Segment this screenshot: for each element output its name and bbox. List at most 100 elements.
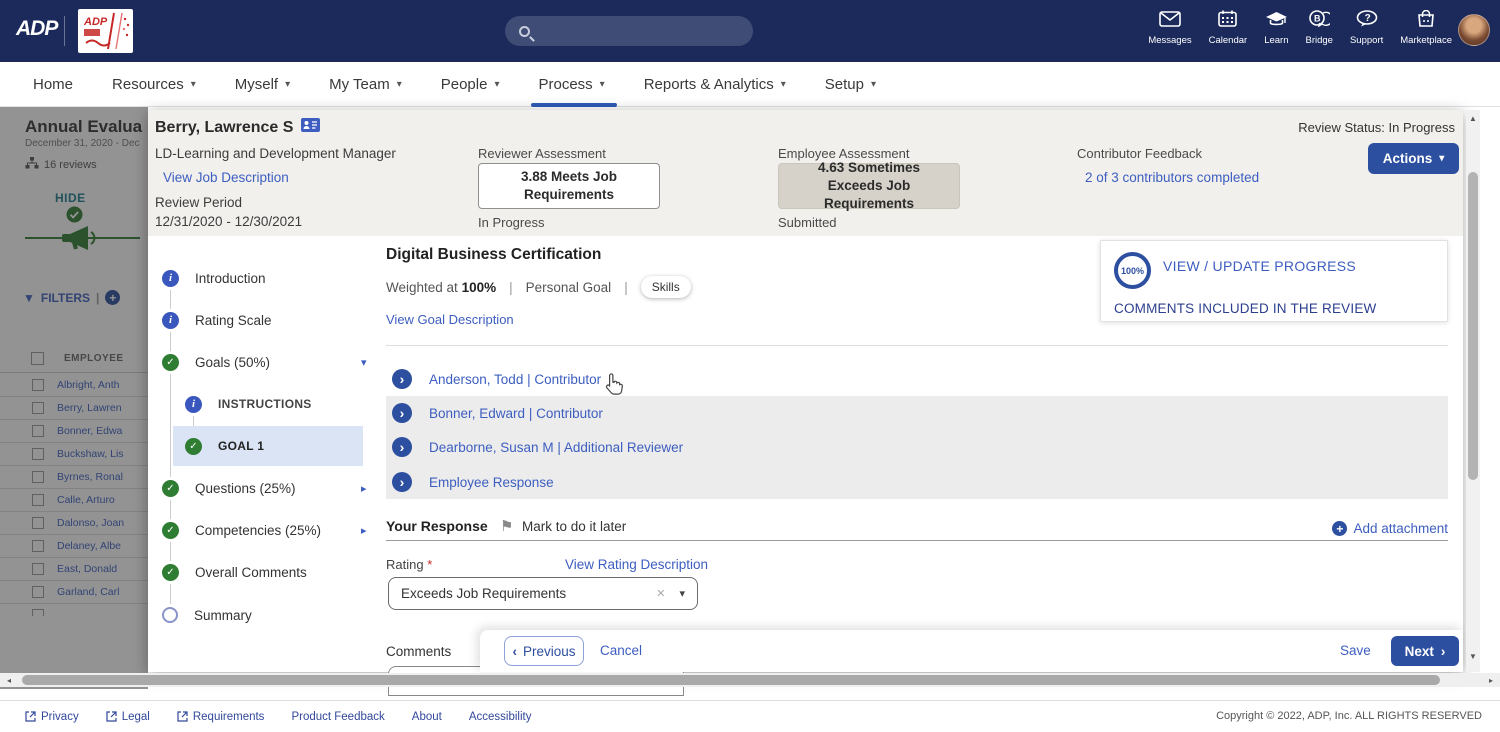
add-attachment-button[interactable]: + Add attachment [1332, 521, 1448, 536]
goal-tag-badge: Skills [640, 276, 691, 298]
footer-product-feedback-link[interactable]: Product Feedback [291, 711, 384, 723]
check-icon: ✓ [162, 521, 179, 539]
nav-reports-analytics[interactable]: Reports & Analytics ▾ [631, 62, 812, 107]
contributor-row-anderson[interactable]: › Anderson, Todd | Contributor [386, 362, 1448, 396]
reviewer-assessment-status: In Progress [478, 215, 545, 230]
step-competencies[interactable]: ✓ Competencies (25%) ▸ [162, 514, 367, 546]
comments-label: Comments [386, 644, 452, 659]
chevron-down-icon: ▾ [494, 78, 500, 90]
chevron-down-icon: ▾ [190, 78, 196, 90]
copyright-text: Copyright © 2022, ADP, Inc. ALL RIGHTS R… [1216, 710, 1482, 722]
footer-about-link[interactable]: About [412, 711, 442, 723]
view-update-progress-link[interactable]: VIEW / UPDATE PROGRESS [1163, 258, 1356, 274]
chevron-down-icon: ▾ [871, 78, 877, 90]
top-icon-menu: Messages Calendar Learn B Bridge ? Suppo… [1148, 9, 1452, 46]
step-rating-scale[interactable]: i Rating Scale [162, 304, 272, 336]
external-link-icon [106, 711, 117, 722]
review-header: Berry, Lawrence S LD-Learning and Develo… [148, 110, 1463, 236]
save-button[interactable]: Save [1340, 643, 1371, 658]
marketplace-button[interactable]: Marketplace [1400, 9, 1452, 46]
next-button[interactable]: Next › [1391, 636, 1459, 666]
svg-text:?: ? [1364, 13, 1370, 24]
plus-icon: + [1332, 521, 1348, 536]
scroll-right-icon[interactable]: ▸ [1484, 676, 1498, 685]
nav-process[interactable]: Process ▾ [525, 62, 630, 107]
support-icon: ? [1356, 10, 1378, 32]
collapse-icon[interactable]: ▾ [361, 356, 367, 369]
chevron-down-icon: ▾ [1439, 153, 1445, 164]
chevron-down-icon: ▾ [285, 78, 291, 90]
footer-legal-link[interactable]: Legal [106, 711, 150, 723]
nav-people[interactable]: People ▾ [428, 62, 526, 107]
previous-button[interactable]: ‹ Previous [504, 636, 584, 666]
scroll-up-icon[interactable]: ▲ [1466, 114, 1480, 123]
chevron-down-icon[interactable]: ▾ [679, 587, 685, 600]
nav-setup[interactable]: Setup ▾ [812, 62, 902, 107]
vertical-scroll-thumb[interactable] [1468, 172, 1478, 480]
review-period-label: Review Period [155, 195, 243, 210]
step-questions[interactable]: ✓ Questions (25%) ▸ [162, 472, 367, 504]
scroll-down-icon[interactable]: ▼ [1466, 652, 1480, 661]
footer-accessibility-link[interactable]: Accessibility [469, 711, 532, 723]
client-logo: ADP [78, 9, 133, 53]
chevron-right-icon: › [1440, 643, 1446, 659]
contributor-feedback-link[interactable]: 2 of 3 contributors completed [1085, 170, 1259, 185]
expand-icon[interactable]: ▸ [361, 482, 367, 495]
divider [386, 345, 1448, 346]
view-goal-description-link[interactable]: View Goal Description [386, 312, 514, 327]
step-goals[interactable]: ✓ Goals (50%) ▾ [162, 346, 367, 378]
cancel-button[interactable]: Cancel [600, 643, 642, 658]
flag-icon: ⚑ [500, 518, 514, 535]
vertical-scrollbar[interactable]: ▲ ▼ [1466, 110, 1480, 672]
employee-name: Berry, Lawrence S [155, 118, 321, 137]
footer-privacy-link[interactable]: Privacy [25, 711, 79, 723]
check-icon: ✓ [185, 437, 202, 455]
nav-home[interactable]: Home [20, 62, 99, 107]
scroll-left-icon[interactable]: ◂ [2, 676, 16, 685]
support-button[interactable]: ? Support [1350, 10, 1383, 46]
footer-requirements-link[interactable]: Requirements [177, 711, 264, 723]
horizontal-scroll-thumb[interactable] [22, 675, 1440, 685]
step-introduction[interactable]: i Introduction [162, 262, 266, 294]
nav-my-team[interactable]: My Team ▾ [316, 62, 428, 107]
top-bar: ADP ADP Messages Calendar Learn B Bridge… [0, 0, 1500, 62]
info-icon: i [162, 269, 179, 287]
employee-assessment-status: Submitted [778, 215, 837, 230]
calendar-button[interactable]: Calendar [1209, 10, 1247, 46]
learn-button[interactable]: Learn [1264, 11, 1289, 46]
external-link-icon [177, 711, 188, 722]
contributor-row-dearborne[interactable]: › Dearborne, Susan M | Additional Review… [386, 430, 1448, 464]
screen: ADP ADP Messages Calendar Learn B Bridge… [0, 0, 1500, 732]
nav-myself[interactable]: Myself ▾ [222, 62, 316, 107]
clear-icon[interactable]: ✕ [656, 587, 665, 600]
rating-select[interactable]: Exceeds Job Requirements ✕ ▾ [388, 577, 698, 610]
horizontal-scrollbar[interactable]: ◂ ▸ [0, 673, 1500, 687]
messages-button[interactable]: Messages [1148, 11, 1192, 46]
goal-type: Personal Goal [525, 279, 612, 295]
bridge-button[interactable]: B Bridge [1306, 10, 1334, 46]
employee-response-row[interactable]: › Employee Response [386, 465, 1448, 499]
graduation-cap-icon [1265, 11, 1288, 32]
nav-resources[interactable]: Resources ▾ [99, 62, 222, 107]
search-input[interactable] [538, 23, 728, 39]
chevron-right-icon: › [392, 403, 412, 423]
step-goals-instructions[interactable]: i INSTRUCTIONS [185, 388, 312, 420]
contributor-row-bonner[interactable]: › Bonner, Edward | Contributor [386, 396, 1448, 430]
required-marker: * [427, 557, 433, 572]
chevron-right-icon: › [392, 437, 412, 457]
view-rating-description-link[interactable]: View Rating Description [565, 557, 708, 572]
step-goal-1[interactable]: ✓ GOAL 1 [185, 430, 264, 462]
step-summary[interactable]: Summary [162, 599, 252, 631]
expand-icon[interactable]: ▸ [361, 524, 367, 537]
chevron-down-icon: ▾ [599, 78, 605, 90]
user-avatar[interactable] [1458, 14, 1490, 46]
chevron-down-icon: ▾ [780, 78, 786, 90]
incomplete-icon [162, 607, 178, 623]
step-overall-comments[interactable]: ✓ Overall Comments [162, 556, 307, 588]
rating-selected-value: Exceeds Job Requirements [401, 586, 567, 601]
mark-to-do-later[interactable]: Mark to do it later [522, 519, 626, 534]
view-job-description-link[interactable]: View Job Description [163, 170, 289, 185]
calendar-icon [1218, 10, 1238, 32]
actions-button[interactable]: Actions ▾ [1368, 143, 1459, 174]
contact-card-icon[interactable] [301, 118, 321, 137]
